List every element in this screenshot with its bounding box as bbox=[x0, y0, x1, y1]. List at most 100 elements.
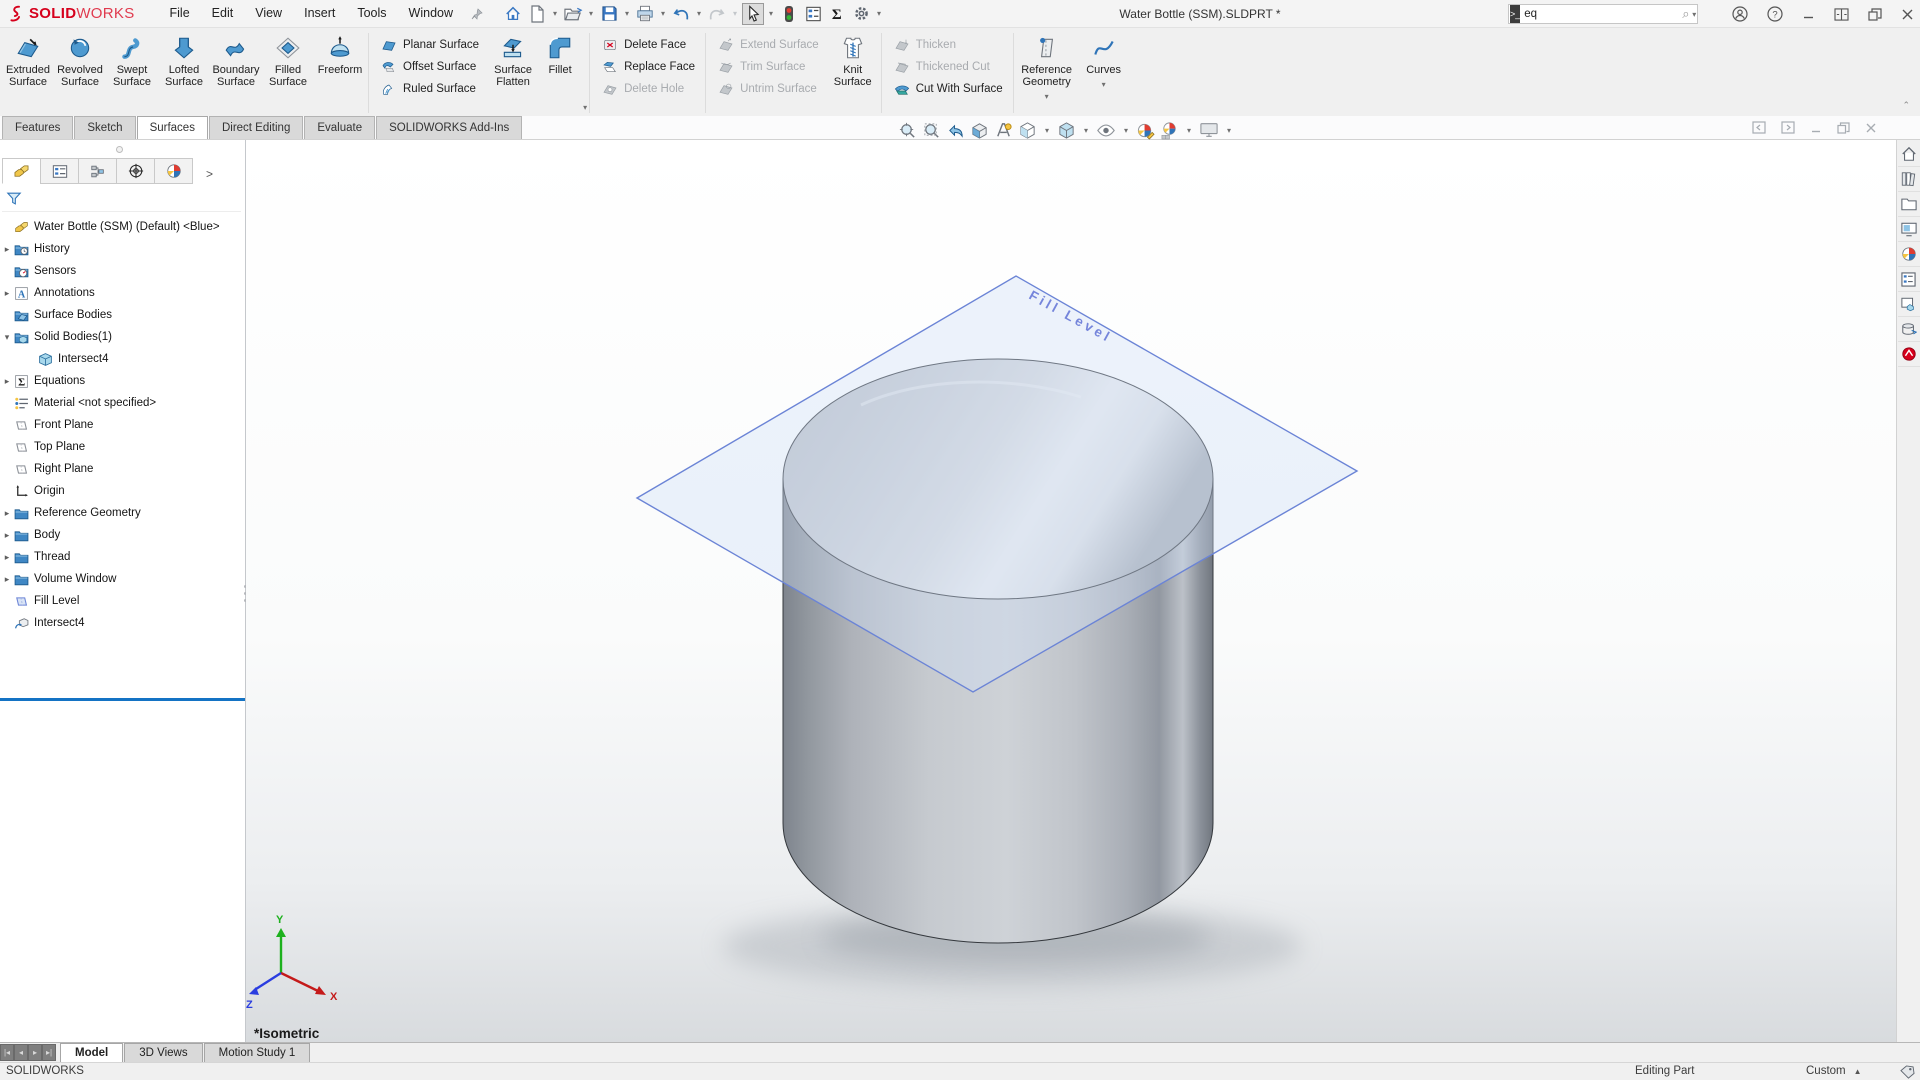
status-units-selector[interactable]: Custom▲ bbox=[1806, 1065, 1862, 1077]
options-dropdown[interactable]: ▾ bbox=[874, 9, 884, 18]
curves-button[interactable]: Curves▾ bbox=[1078, 30, 1130, 116]
undo-button[interactable] bbox=[670, 3, 692, 25]
apply-scene-icon[interactable] bbox=[1160, 121, 1179, 140]
display-style-icon[interactable] bbox=[1057, 121, 1076, 140]
tab-model[interactable]: Model bbox=[60, 1043, 123, 1062]
expand-arrow-icon[interactable]: ▸ bbox=[0, 244, 14, 255]
zoom-to-fit-icon[interactable] bbox=[898, 121, 917, 140]
expand-arrow-icon[interactable]: ▸ bbox=[0, 508, 14, 519]
hide-show-items-icon[interactable] bbox=[1096, 121, 1116, 140]
select-tool-dropdown[interactable]: ▾ bbox=[766, 9, 776, 18]
file-explorer-icon[interactable] bbox=[1898, 192, 1920, 217]
help-icon[interactable]: ? bbox=[1767, 6, 1783, 22]
last-tab-button[interactable]: ▸| bbox=[42, 1044, 56, 1061]
tree-item-equations[interactable]: ▸ΣEquations bbox=[0, 370, 245, 392]
reference-geometry-button[interactable]: Reference Geometry▾ bbox=[1016, 30, 1078, 116]
extruded-surface-button[interactable]: Extruded Surface bbox=[2, 30, 54, 116]
first-tab-button[interactable]: |◂ bbox=[0, 1044, 14, 1061]
apply-scene-dropdown[interactable]: ▾ bbox=[1184, 126, 1194, 135]
ribbon-collapse-arrow[interactable]: ⌃ bbox=[1902, 100, 1910, 111]
solidworks-add-ins-icon[interactable] bbox=[1898, 292, 1920, 317]
menu-view[interactable]: View bbox=[244, 0, 293, 27]
open-button[interactable] bbox=[562, 3, 584, 25]
pdm-vault-icon[interactable] bbox=[1898, 317, 1920, 342]
save-dropdown[interactable]: ▾ bbox=[622, 9, 632, 18]
tree-item-fill-level[interactable]: Fill Level bbox=[0, 590, 245, 612]
rollback-bar[interactable] bbox=[0, 698, 245, 701]
show-windows-button[interactable] bbox=[1834, 8, 1849, 21]
new-document-button[interactable] bbox=[526, 3, 548, 25]
expand-arrow-icon[interactable]: ▸ bbox=[0, 376, 14, 387]
tree-item-reference-geometry[interactable]: ▸Reference Geometry bbox=[0, 502, 245, 524]
search-input[interactable] bbox=[1520, 8, 1682, 20]
tree-root-item[interactable]: Water Bottle (SSM) (Default) <Blue> bbox=[0, 216, 245, 238]
expand-arrow-icon[interactable]: ▸ bbox=[0, 530, 14, 541]
custom-properties-icon[interactable] bbox=[1898, 267, 1920, 292]
menu-window[interactable]: Window bbox=[398, 0, 464, 27]
previous-tab-button[interactable]: ◂ bbox=[14, 1044, 28, 1061]
ruled-surface-button[interactable]: Ruled Surface bbox=[377, 78, 483, 100]
freeform-button[interactable]: Freeform bbox=[314, 30, 366, 116]
surface-flatten-button[interactable]: Surface Flatten bbox=[487, 30, 539, 116]
zoom-to-area-icon[interactable] bbox=[922, 121, 941, 140]
view-orientation-dropdown[interactable]: ▾ bbox=[1042, 126, 1052, 135]
dynamic-annotation-views-icon[interactable] bbox=[994, 121, 1013, 140]
filled-surface-button[interactable]: Filled Surface bbox=[262, 30, 314, 116]
tab-sketch[interactable]: Sketch bbox=[74, 116, 135, 139]
new-document-dropdown[interactable]: ▾ bbox=[550, 9, 560, 18]
view-settings-dropdown[interactable]: ▾ bbox=[1224, 126, 1234, 135]
tab-configuration-manager[interactable] bbox=[78, 158, 117, 184]
menu-tools[interactable]: Tools bbox=[346, 0, 397, 27]
tab-features[interactable]: Features bbox=[2, 116, 73, 139]
hide-show-items-dropdown[interactable]: ▾ bbox=[1121, 126, 1131, 135]
tree-item-surface-bodies[interactable]: Surface Bodies bbox=[0, 304, 245, 326]
home-button[interactable] bbox=[502, 3, 524, 25]
replace-face-button[interactable]: Replace Face bbox=[598, 56, 699, 78]
panel-collapse-dot[interactable] bbox=[116, 146, 123, 153]
appearances-scenes-icon[interactable] bbox=[1898, 242, 1920, 267]
offset-surface-button[interactable]: Offset Surface bbox=[377, 56, 483, 78]
close-button[interactable] bbox=[1901, 8, 1914, 21]
solidworks-cam-icon[interactable] bbox=[1898, 342, 1920, 367]
previous-window-button[interactable] bbox=[1752, 121, 1766, 134]
tab-direct-editing[interactable]: Direct Editing bbox=[209, 116, 303, 139]
cut-with-surface-button[interactable]: Cut With Surface bbox=[890, 78, 1007, 100]
tab-evaluate[interactable]: Evaluate bbox=[304, 116, 375, 139]
save-button[interactable] bbox=[598, 3, 620, 25]
restore-button[interactable] bbox=[1868, 8, 1882, 21]
edit-appearance-icon[interactable] bbox=[1136, 121, 1155, 140]
equations-button[interactable]: Σ bbox=[826, 3, 848, 25]
panel-expand-arrow[interactable]: > bbox=[206, 167, 213, 184]
tree-item-material[interactable]: Material <not specified> bbox=[0, 392, 245, 414]
fillet-flyout-arrow[interactable]: ▾ bbox=[583, 103, 587, 112]
tree-item-origin[interactable]: Origin bbox=[0, 480, 245, 502]
tree-item-body[interactable]: ▸Body bbox=[0, 524, 245, 546]
tab-solidworks-add-ins[interactable]: SOLIDWORKS Add-Ins bbox=[376, 116, 522, 139]
reference-geometry-dropdown[interactable]: ▾ bbox=[1045, 91, 1049, 103]
tree-item-history[interactable]: ▸History bbox=[0, 238, 245, 260]
select-tool-button[interactable] bbox=[742, 3, 764, 25]
menu-edit[interactable]: Edit bbox=[201, 0, 245, 27]
expand-arrow-icon[interactable]: ▸ bbox=[0, 552, 14, 563]
pin-menu-icon[interactable] bbox=[470, 7, 484, 21]
design-library-icon[interactable] bbox=[1898, 167, 1920, 192]
tree-filter-bar[interactable] bbox=[2, 186, 241, 212]
section-view-icon[interactable] bbox=[970, 121, 989, 140]
menu-insert[interactable]: Insert bbox=[293, 0, 346, 27]
revolved-surface-button[interactable]: Revolved Surface bbox=[54, 30, 106, 116]
tab-display-manager[interactable] bbox=[154, 158, 193, 184]
tree-item-intersect4-body[interactable]: Intersect4 bbox=[0, 348, 245, 370]
rebuild-button[interactable] bbox=[778, 3, 800, 25]
tree-item-solid-bodies[interactable]: ▾Solid Bodies(1) bbox=[0, 326, 245, 348]
tree-item-right-plane[interactable]: Right Plane bbox=[0, 458, 245, 480]
next-tab-button[interactable]: ▸ bbox=[28, 1044, 42, 1061]
expand-arrow-icon[interactable]: ▾ bbox=[0, 332, 14, 343]
delete-face-button[interactable]: Delete Face bbox=[598, 34, 699, 56]
search-dropdown[interactable]: ▾ bbox=[1692, 10, 1697, 19]
curves-dropdown[interactable]: ▾ bbox=[1102, 79, 1106, 91]
minimize-button[interactable] bbox=[1802, 8, 1815, 21]
display-style-dropdown[interactable]: ▾ bbox=[1081, 126, 1091, 135]
tab-property-manager[interactable] bbox=[40, 158, 79, 184]
tree-item-top-plane[interactable]: Top Plane bbox=[0, 436, 245, 458]
lofted-surface-button[interactable]: Lofted Surface bbox=[158, 30, 210, 116]
